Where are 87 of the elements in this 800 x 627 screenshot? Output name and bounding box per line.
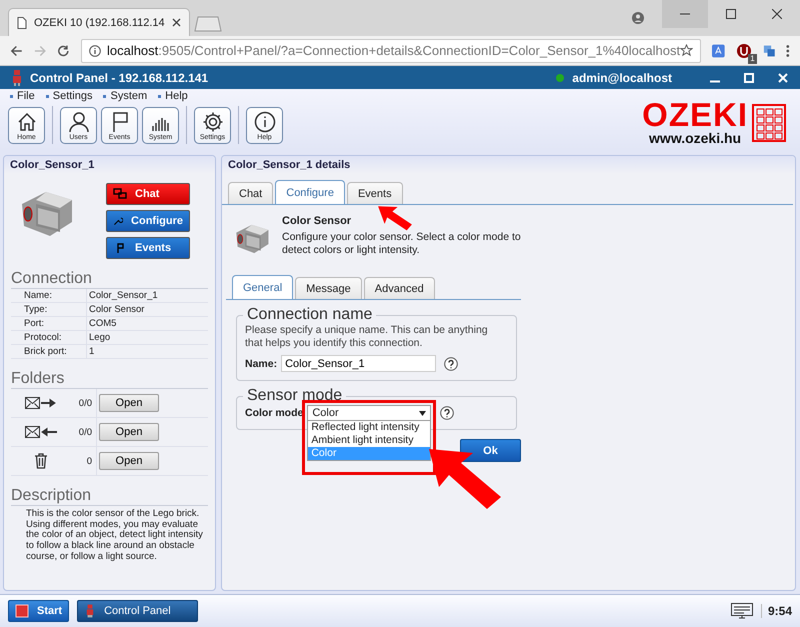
- info-title: Color Sensor: [282, 215, 352, 227]
- bullet-icon: [103, 95, 106, 98]
- monitor-icon[interactable]: [730, 603, 753, 619]
- robot-icon[interactable]: [86, 604, 94, 618]
- hint-text: Please specify a unique name. This can be anything that helps you identify this connection.: [245, 324, 489, 350]
- start-button[interactable]: Start: [8, 600, 70, 622]
- back-icon[interactable]: [10, 44, 23, 58]
- tab[interactable]: Events: [346, 182, 403, 204]
- section-heading: Description: [11, 487, 208, 506]
- wrench-icon[interactable]: [113, 215, 124, 227]
- field-label: Type:: [11, 302, 86, 316]
- field-value: Color Sensor: [86, 302, 208, 316]
- more-icon[interactable]: [786, 44, 790, 58]
- reload-icon[interactable]: [57, 44, 70, 58]
- open-button[interactable]: Open: [99, 394, 159, 412]
- action-button[interactable]: Events: [106, 237, 190, 259]
- address-field[interactable]: localhost:9505/Control+Panel/?a=Connection+details&ConnectionID=Color_Sensor_1%40localhost: [80, 38, 702, 62]
- name-field[interactable]: Color_Sensor_1: [281, 355, 436, 372]
- start-icon[interactable]: [15, 604, 29, 618]
- clock: 9:54: [760, 604, 792, 618]
- user-icon[interactable]: [68, 110, 90, 132]
- field-label: Port:: [11, 316, 86, 330]
- group-title: Connection name: [246, 306, 374, 324]
- field-label: Color mode: [245, 407, 304, 419]
- bullet-icon: [46, 95, 49, 98]
- browser-tab[interactable]: OZEKI 10 (192.168.112.14: [8, 8, 190, 36]
- description-text: This is the color sensor of the Lego brick. Using different modes, you may evaluate the color of an object, detect light intensity to follow a black line around an obstacle course, or follow a light source.: [26, 509, 204, 563]
- taskbar-app[interactable]: Control Panel: [77, 600, 198, 622]
- group-title: Sensor mode: [246, 387, 344, 405]
- extension-icon[interactable]: [736, 42, 752, 58]
- trash-icon: [34, 453, 48, 469]
- help-icon[interactable]: [440, 406, 454, 420]
- keypad-icon: [752, 104, 786, 142]
- tab[interactable]: Message: [295, 277, 362, 299]
- tab[interactable]: Advanced: [364, 277, 435, 299]
- open-button[interactable]: Open: [99, 452, 159, 470]
- dropdown-option[interactable]: Ambient light intensity: [308, 434, 430, 447]
- dropdown-option[interactable]: Reflected light intensity: [308, 421, 430, 434]
- field-label: Brick port:: [11, 344, 86, 358]
- section-heading: Folders: [11, 370, 208, 389]
- field-value: Lego: [86, 330, 208, 344]
- open-button[interactable]: Open: [99, 423, 159, 441]
- chat-icon[interactable]: [113, 188, 127, 200]
- close-icon[interactable]: [172, 18, 181, 27]
- maximize-icon[interactable]: [726, 9, 736, 19]
- profile-icon[interactable]: [632, 12, 644, 24]
- envelope-in-icon: [25, 425, 57, 439]
- message-count: 0/0: [78, 398, 92, 408]
- page-icon: [17, 16, 27, 28]
- tab[interactable]: Chat: [228, 182, 274, 204]
- ok-button[interactable]: Ok: [460, 439, 521, 462]
- logo-text: OZEKI: [642, 100, 748, 130]
- translate-icon[interactable]: [712, 44, 725, 58]
- info-text: Configure your color sensor. Select a color mode to detect colors or light intensity.: [282, 231, 522, 257]
- sync-icon[interactable]: [762, 44, 776, 58]
- logo-url: www.ozeki.hu: [649, 130, 742, 146]
- robot-icon: [12, 70, 22, 86]
- envelope-out-icon: [25, 396, 57, 410]
- tab[interactable]: General: [232, 275, 294, 299]
- info-icon[interactable]: [88, 44, 101, 56]
- field-label: Protocol:: [11, 330, 86, 344]
- action-button[interactable]: Chat: [106, 183, 190, 205]
- message-count: 0/0: [78, 426, 92, 438]
- color-mode-dropdown[interactable]: Color: [307, 405, 432, 421]
- action-button[interactable]: Configure: [106, 210, 190, 232]
- message-count: 0: [86, 456, 92, 466]
- home-icon[interactable]: [16, 110, 38, 132]
- help-icon[interactable]: [444, 356, 458, 370]
- field-label: Name:: [11, 289, 86, 302]
- maximize-button[interactable]: [744, 72, 754, 82]
- field-value: COM5: [86, 316, 208, 330]
- field-value: 1: [86, 344, 208, 358]
- field-value: Color_Sensor_1: [86, 289, 208, 302]
- user-name: admin@localhost: [572, 70, 672, 84]
- bullet-icon: [10, 95, 13, 98]
- caret-icon[interactable]: [419, 410, 426, 416]
- section-heading: Connection: [11, 270, 208, 289]
- close-button[interactable]: [778, 72, 788, 82]
- info-icon[interactable]: [254, 110, 276, 132]
- close-icon[interactable]: [772, 9, 782, 19]
- field-label: Name:: [245, 358, 278, 370]
- tab[interactable]: Configure: [275, 180, 345, 204]
- extension-badge: 1: [748, 54, 757, 64]
- settings-icon[interactable]: [202, 110, 224, 132]
- star-icon[interactable]: [680, 44, 694, 57]
- bullet-icon: [158, 95, 162, 98]
- app-title: Control Panel - 192.168.112.141: [30, 70, 208, 84]
